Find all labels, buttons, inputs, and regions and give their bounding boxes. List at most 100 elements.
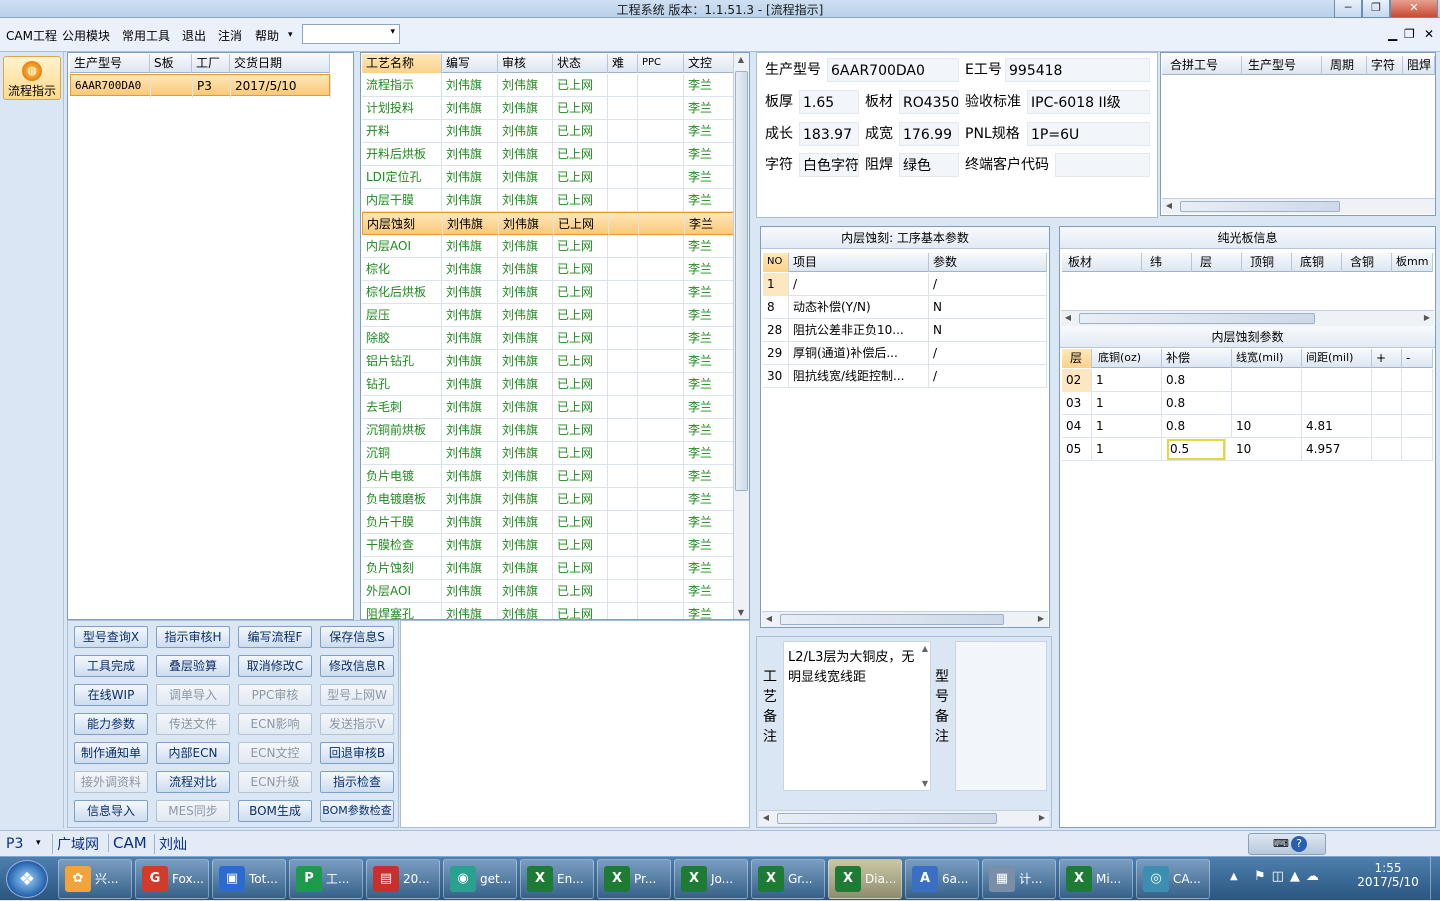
process-row[interactable]: 内层蚀刻 刘伟旗 刘伟旗 已上网 李兰	[362, 212, 734, 236]
taskbar-app[interactable]: X Gr...	[751, 859, 825, 899]
order-row[interactable]: 6AAR700DA0 P3 2017/5/10	[70, 74, 331, 98]
etch-row[interactable]: 02 1 0.8	[1062, 369, 1433, 392]
taskbar-app[interactable]: G Fox...	[135, 859, 209, 899]
col-writer[interactable]: 编写	[442, 54, 498, 73]
action-button[interactable]: 修改信息R	[320, 655, 394, 677]
factory-status[interactable]: P3	[6, 836, 23, 852]
action-button[interactable]: 内部ECN	[156, 742, 230, 764]
scroll-left-icon[interactable]: ◀	[759, 813, 773, 822]
col-etch-minus[interactable]: -	[1402, 349, 1433, 368]
maximize-button[interactable]: ❐	[1362, 0, 1390, 18]
merge-hscroll[interactable]: ◀	[1162, 198, 1435, 214]
col-merge-number[interactable]: 合拼工号	[1162, 56, 1242, 75]
process-row[interactable]: 内层AOI 刘伟旗 刘伟旗 已上网 李兰	[362, 235, 734, 258]
value-mask[interactable]: 绿色	[899, 153, 959, 177]
col-board-mm[interactable]: 板mm	[1392, 253, 1433, 272]
col-delivery-date[interactable]: 交货日期	[230, 54, 330, 73]
scroll-down-icon[interactable]: ▼	[734, 608, 748, 617]
mdi-minimize-icon[interactable]: ▁	[1388, 27, 1397, 41]
taskbar-app[interactable]: X Pr...	[597, 859, 671, 899]
process-row[interactable]: 负片蚀刻 刘伟旗 刘伟旗 已上网 李兰	[362, 557, 734, 580]
process-row[interactable]: 干膜检查 刘伟旗 刘伟旗 已上网 李兰	[362, 534, 734, 557]
col-model[interactable]: 生产型号	[70, 54, 150, 73]
value-thickness[interactable]: 1.65	[799, 90, 859, 114]
col-status[interactable]: 状态	[553, 54, 608, 73]
scroll-right-icon[interactable]: ▶	[1420, 313, 1434, 322]
scroll-thumb[interactable]	[780, 614, 1004, 625]
process-row[interactable]: 棕化后烘板 刘伟旗 刘伟旗 已上网 李兰	[362, 281, 734, 304]
scroll-right-icon[interactable]: ▶	[1034, 614, 1048, 623]
col-etch-spacing[interactable]: 间距(mil)	[1302, 349, 1372, 368]
col-ppc[interactable]: PPC	[638, 54, 684, 73]
col-etch-plus[interactable]: +	[1372, 349, 1402, 368]
pure-hscroll[interactable]: ◀ ▶	[1061, 310, 1434, 326]
value-width[interactable]: 176.99	[899, 122, 959, 146]
action-button[interactable]: 型号上网W	[320, 684, 394, 706]
action-button[interactable]: 接外调资料	[74, 771, 148, 793]
col-etch-linewidth[interactable]: 线宽(mil)	[1232, 349, 1302, 368]
taskbar-app[interactable]: ✿ 兴...	[58, 859, 132, 899]
col-weft[interactable]: 纬	[1142, 253, 1192, 272]
menu-help[interactable]: 帮助	[255, 27, 279, 44]
col-layer[interactable]: 层	[1192, 253, 1242, 272]
col-process-name[interactable]: 工艺名称	[362, 54, 442, 73]
taskbar-app[interactable]: ◉ get...	[443, 859, 517, 899]
taskbar-app[interactable]: X Dia...	[828, 859, 902, 899]
process-row[interactable]: 外层AOI 刘伟旗 刘伟旗 已上网 李兰	[362, 580, 734, 603]
tray-icons[interactable]: ⚑◫▲☁	[1254, 869, 1344, 887]
process-row[interactable]: 钻孔 刘伟旗 刘伟旗 已上网 李兰	[362, 373, 734, 396]
col-s-board[interactable]: S板	[150, 54, 192, 73]
action-button[interactable]: 制作通知单	[74, 742, 148, 764]
scroll-down-icon[interactable]: ▼	[922, 779, 928, 788]
process-row[interactable]: 计划投料 刘伟旗 刘伟旗 已上网 李兰	[362, 97, 734, 120]
action-button[interactable]: 指示检查	[320, 771, 394, 793]
col-top-cu[interactable]: 顶铜	[1242, 253, 1292, 272]
process-row[interactable]: 层压 刘伟旗 刘伟旗 已上网 李兰	[362, 304, 734, 327]
action-button[interactable]: 能力参数	[74, 713, 148, 735]
col-etch-layer[interactable]: 层	[1062, 349, 1092, 368]
taskbar-app[interactable]: X En...	[520, 859, 594, 899]
col-item[interactable]: 项目	[789, 253, 929, 272]
process-row[interactable]: 沉铜 刘伟旗 刘伟旗 已上网 李兰	[362, 442, 734, 465]
process-row[interactable]: 棕化 刘伟旗 刘伟旗 已上网 李兰	[362, 258, 734, 281]
notes-hscroll[interactable]: ◀ ▶	[759, 810, 1049, 826]
value-material[interactable]: RO4350E	[899, 90, 959, 114]
action-button[interactable]: 取消修改C	[238, 655, 312, 677]
col-param[interactable]: 参数	[929, 253, 1047, 272]
action-button[interactable]: 发送指示V	[320, 713, 394, 735]
process-row[interactable]: 负片干膜 刘伟旗 刘伟旗 已上网 李兰	[362, 511, 734, 534]
taskbar-app[interactable]: ▣ Tot...	[212, 859, 286, 899]
taskbar-app[interactable]: P 工...	[289, 859, 363, 899]
col-auditor[interactable]: 审核	[498, 54, 553, 73]
show-desktop-button[interactable]	[1430, 857, 1440, 901]
action-button[interactable]: 在线WIP	[74, 684, 148, 706]
col-char[interactable]: 字符	[1367, 56, 1403, 75]
taskbar-app[interactable]: ▤ 20...	[366, 859, 440, 899]
scroll-thumb[interactable]	[1180, 201, 1340, 212]
param-row[interactable]: 8 动态补偿(Y/N) N	[763, 296, 1047, 319]
value-customer[interactable]	[1055, 153, 1150, 177]
action-button[interactable]: 传送文件	[156, 713, 230, 735]
process-row[interactable]: 内层干膜 刘伟旗 刘伟旗 已上网 李兰	[362, 189, 734, 212]
action-button[interactable]: 流程对比	[156, 771, 230, 793]
help-icon[interactable]: ?	[1291, 836, 1307, 852]
params-hscroll[interactable]: ◀ ▶	[762, 611, 1048, 627]
col-factory[interactable]: 工厂	[192, 54, 230, 73]
process-row[interactable]: 负电镀磨板 刘伟旗 刘伟旗 已上网 李兰	[362, 488, 734, 511]
craft-notes-text[interactable]: L2/L3层为大铜皮，无明显线宽线距 ▲ ▼	[783, 641, 931, 791]
value-model[interactable]: 6AAR700DA0	[827, 58, 959, 82]
mdi-restore-icon[interactable]: ❐	[1404, 27, 1415, 41]
col-etch-comp[interactable]: 补偿	[1162, 349, 1232, 368]
taskbar-app[interactable]: ▦ 计...	[982, 859, 1056, 899]
action-button[interactable]: 回退审核B	[320, 742, 394, 764]
col-difficulty[interactable]: 难	[608, 54, 638, 73]
scroll-right-icon[interactable]: ▶	[1035, 813, 1049, 822]
action-button[interactable]: 叠层验算	[156, 655, 230, 677]
menu-cam[interactable]: CAM工程	[6, 27, 57, 44]
value-pnl[interactable]: 1P=6U	[1027, 122, 1150, 146]
param-row[interactable]: 1//	[763, 273, 1047, 296]
action-button[interactable]: ECN影响	[238, 713, 312, 735]
scroll-thumb[interactable]	[777, 813, 997, 824]
etch-row[interactable]: 05 1 0.5 10 4.957	[1062, 438, 1433, 461]
action-button[interactable]: BOM参数检查	[320, 800, 394, 822]
